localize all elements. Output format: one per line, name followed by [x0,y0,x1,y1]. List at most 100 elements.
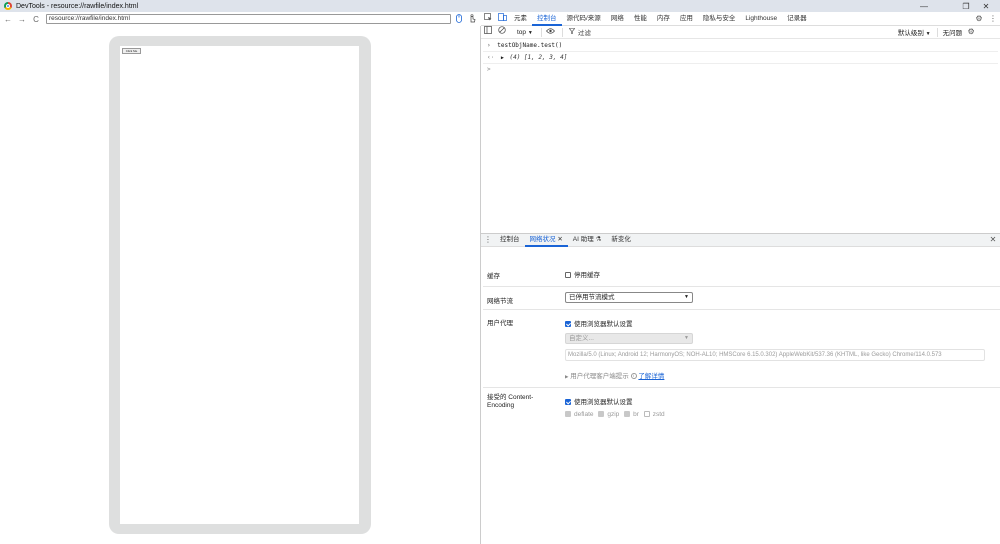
throttling-select[interactable]: 已停用节流模式 ▼ [565,292,693,303]
ua-default-text: 使用浏览器默认设置 [574,321,633,328]
encoding-gzip[interactable]: gzip [598,411,619,418]
touch-icon[interactable] [467,14,477,24]
back-button[interactable]: ← [1,15,15,24]
minimize-button[interactable]: — [910,0,938,12]
close-tab-icon[interactable]: ✕ [557,236,562,243]
drawer-menu-icon[interactable]: ⋮ [481,233,495,247]
encoding-br[interactable]: br [624,411,639,418]
console-result-line[interactable]: ‹· ▶ (4) [1, 2, 3, 4] [487,53,567,63]
tab-privacy-security[interactable]: 隐私与安全 [698,12,741,26]
encoding-label: 接受的 Content-Encoding [487,394,534,409]
tab-network[interactable]: 网络 [606,12,629,26]
close-drawer-icon[interactable]: ✕ [986,233,1000,247]
minimize-icon: — [920,1,928,11]
zstd-text: zstd [652,411,665,418]
console-command: testObjName.test() [497,42,563,49]
encoding-default-text: 使用浏览器默认设置 [574,399,633,406]
custom-ua-select[interactable]: 自定义... ▼ [565,333,693,344]
dropdown-caret-icon: ▼ [684,335,689,341]
user-agent-label: 用户代理 [487,320,513,327]
encoding-zstd[interactable]: zstd [643,411,665,418]
reload-button[interactable]: C [29,15,43,24]
checkbox-disabled-icon [565,411,571,418]
console-output: › testObjName.test() ‹· ▶ (4) [1, 2, 3, … [481,39,1000,232]
close-window-button[interactable]: ✕ [972,0,1000,12]
cache-label: 缓存 [487,273,500,280]
drawer-tab-ai-assistant-label: AI 助理 [572,236,594,243]
eye-icon[interactable] [544,25,558,39]
more-options-icon[interactable]: ⋮ [986,12,1000,26]
console-input-line: › testObjName.test() [487,41,562,51]
console-prompt[interactable]: > [487,65,491,75]
dropdown-caret-icon: ▼ [684,294,689,300]
context-label: top [517,28,527,36]
checkbox-checked-icon [565,321,571,328]
restore-icon: ❐ [962,1,970,11]
tab-elements[interactable]: 元素 [509,12,532,26]
drawer-tab-whats-new[interactable]: 新变化 [606,233,636,247]
encoding-default-checkbox[interactable]: 使用浏览器默认设置 [565,396,633,406]
sidebar-toggle-icon[interactable] [481,25,495,39]
tab-performance[interactable]: 性能 [629,12,652,26]
tab-application[interactable]: 应用 [675,12,698,26]
settings-gear-icon[interactable]: ⚙ [972,12,986,26]
back-arrow-icon: ← [4,14,12,24]
input-chevron-icon: › [487,42,491,49]
filter-icon [568,28,576,36]
forward-button[interactable]: → [15,15,29,24]
tab-recorder[interactable]: 记录器 [782,12,812,26]
user-agent-input[interactable]: Mozilla/5.0 (Linux; Android 12; HarmonyO… [565,349,985,361]
console-toolbar: top ▼ 过滤 默认级别 ▼ 无问题 ⚙ [481,26,1000,39]
network-conditions-panel: 缓存 停用缓存 网络节流 已停用节流模式 ▼ 用户代理 使用浏览器默认设置 自定义… [481,247,1000,544]
page-viewport: Click Me [0,26,481,544]
expand-triangle-icon: ▶ [500,55,504,61]
drawer-tab-console[interactable]: 控制台 [495,233,525,247]
inspect-element-icon[interactable] [481,12,495,26]
title-bar: DevTools - resource://rawfile/index.html [0,0,1000,12]
console-settings-gear-icon[interactable]: ⚙ [964,25,978,39]
checkbox-unchecked-icon [565,272,571,279]
drawer-tab-network-conditions-label: 网络状况 [529,236,556,243]
encoding-deflate[interactable]: deflate [565,411,594,418]
tab-sources[interactable]: 源代码/来源 [562,12,606,26]
encoding-options: deflate gzip br zstd [565,411,665,418]
mouse-icon[interactable] [454,14,464,24]
address-bar: ← → C resource://rawfile/index.html [0,12,480,26]
log-level-label: 默认级别 [897,30,924,37]
log-level-dropdown[interactable]: 默认级别 ▼ [898,27,931,37]
checkbox-unchecked-icon [643,411,650,418]
device-screen: Click Me [120,46,359,524]
learn-more-link[interactable]: 了解详情 [638,373,664,380]
tab-lighthouse[interactable]: Lighthouse [740,12,782,26]
click-me-button[interactable]: Click Me [122,48,141,54]
clear-console-icon[interactable] [495,25,509,39]
client-hints-text: 用户代理客户端提示 [570,373,629,380]
window-title: DevTools - resource://rawfile/index.html [16,2,139,10]
throttling-value: 已停用节流模式 [569,294,615,301]
device-toolbar-icon[interactable] [495,12,509,26]
gzip-text: gzip [607,411,620,418]
tab-memory[interactable]: 内存 [652,12,675,26]
deflate-text: deflate [574,411,594,418]
issues-counter[interactable]: 无问题 [943,27,963,37]
disable-cache-checkbox[interactable]: 停用缓存 [565,269,600,279]
ua-default-checkbox[interactable]: 使用浏览器默认设置 [565,318,633,328]
devtools-tabbar: 元素 控制台 源代码/来源 网络 性能 内存 应用 隐私与安全 Lighthou… [481,12,1000,26]
drawer-tabbar: ⋮ 控制台 网络状况 ✕ AI 助理 ⚗ 新变化 ✕ [481,233,1000,247]
drawer-tab-network-conditions[interactable]: 网络状况 ✕ [524,233,568,247]
tab-console[interactable]: 控制台 [532,12,562,26]
flask-icon: ⚗ [595,236,602,243]
reload-icon: C [33,14,39,24]
devtools-panel: 元素 控制台 源代码/来源 网络 性能 内存 应用 隐私与安全 Lighthou… [481,12,1000,544]
checkbox-checked-icon [565,399,571,406]
filter-input[interactable]: 过滤 [578,27,898,37]
drawer-tab-ai-assistant[interactable]: AI 助理 ⚗ [568,233,607,247]
dropdown-caret-icon: ▼ [925,31,931,37]
url-input[interactable]: resource://rawfile/index.html [46,14,451,24]
checkbox-disabled-icon [598,411,605,418]
client-hints-toggle[interactable]: ▶ 用户代理客户端提示 i 了解详情 [565,370,664,380]
console-result: (4) [1, 2, 3, 4] [509,54,568,61]
context-selector[interactable]: top ▼ [517,29,533,36]
close-icon: ✕ [982,1,990,11]
expand-triangle-icon: ▶ [565,374,569,379]
